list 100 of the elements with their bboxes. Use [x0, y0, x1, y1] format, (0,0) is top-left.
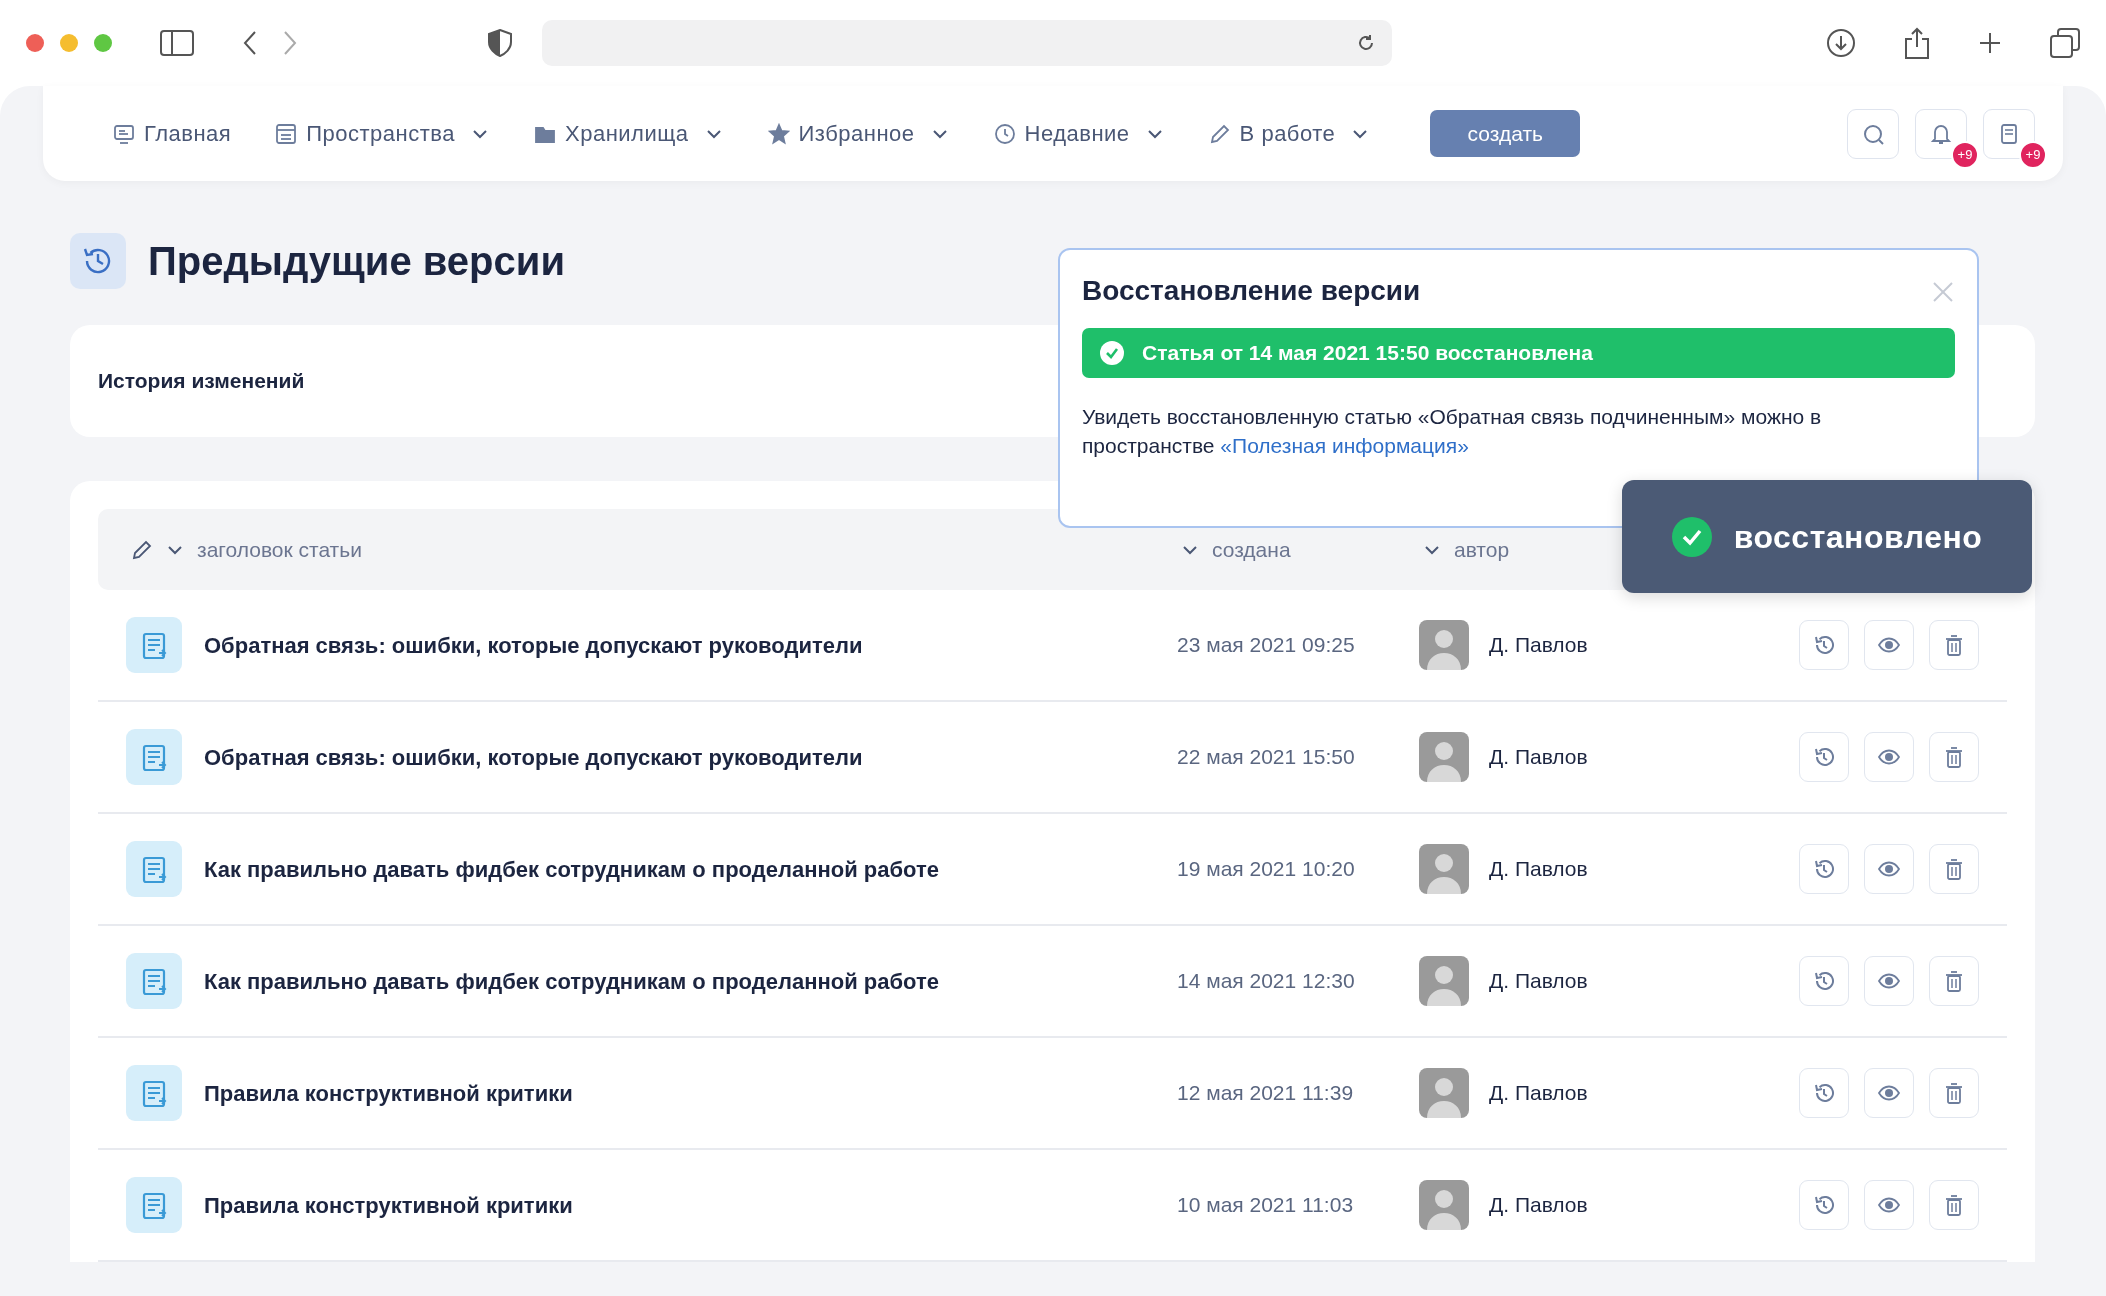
dialog-title: Восстановление версии	[1082, 274, 1421, 308]
column-header[interactable]: заголовок статьи	[197, 533, 362, 566]
history-icon	[1813, 1082, 1835, 1104]
alert-message: Статья от 14 мая 2021 15:50 восстановлена	[1142, 339, 1593, 366]
view-button[interactable]	[1864, 844, 1914, 894]
count-badge: +9	[2019, 140, 2047, 169]
history-icon	[1813, 746, 1835, 768]
author-name: Д. Павлов	[1489, 968, 1588, 995]
author-name: Д. Павлов	[1489, 1080, 1588, 1107]
restore-button[interactable]	[1799, 1180, 1849, 1230]
author-name: Д. Павлов	[1489, 856, 1588, 883]
view-button[interactable]	[1864, 620, 1914, 670]
monitor-icon	[113, 122, 135, 145]
date-text: 22 мая 2021 15:50	[1177, 744, 1356, 771]
create-button[interactable]: создать	[1430, 110, 1581, 157]
article-title[interactable]: Правила конструктивной критики	[204, 1188, 573, 1222]
count-badge: +9	[1951, 140, 1979, 169]
list-icon	[275, 122, 298, 145]
delete-button[interactable]	[1929, 844, 1979, 894]
delete-button[interactable]	[1929, 732, 1979, 782]
avatar-silhouette	[1419, 844, 1469, 894]
sidebar-icon[interactable]	[160, 30, 194, 56]
document-icon	[126, 1065, 182, 1121]
delete-button[interactable]	[1929, 956, 1979, 1006]
pencil-icon	[1208, 122, 1231, 145]
document-icon	[126, 953, 182, 1009]
plus-icon[interactable]	[1978, 31, 2002, 55]
trash-icon	[1943, 1194, 1965, 1216]
article-title[interactable]: Как правильно давать фидбек сотрудникам о проделанной работе	[204, 964, 939, 998]
reload-icon[interactable]	[1356, 33, 1376, 53]
check-circle-icon	[1100, 340, 1124, 365]
restore-button[interactable]	[1799, 844, 1849, 894]
forward-icon[interactable]	[282, 30, 298, 56]
view-button[interactable]	[1864, 1068, 1914, 1118]
restore-button[interactable]	[1799, 1068, 1849, 1118]
history-icon	[70, 233, 126, 289]
toast-message: восстановлено	[1733, 517, 1983, 557]
author-name: Д. Павлов	[1489, 744, 1588, 771]
star-icon	[767, 122, 790, 145]
article-title[interactable]: Правила конструктивной критики	[204, 1076, 573, 1110]
history-icon	[1813, 634, 1835, 656]
history-icon	[1813, 970, 1835, 992]
tabs-icon[interactable]	[2050, 28, 2080, 58]
trash-icon	[1943, 746, 1965, 768]
nav-menu-item[interactable]: Недавние	[993, 117, 1163, 150]
nav-menu-item[interactable]: Пространства	[275, 117, 488, 150]
share-icon[interactable]	[1904, 27, 1930, 59]
date-text: 14 мая 2021 12:30	[1177, 968, 1356, 995]
restore-button[interactable]	[1799, 620, 1849, 670]
date-text: 12 мая 2021 11:39	[1177, 1080, 1355, 1107]
view-button[interactable]	[1864, 732, 1914, 782]
clock-icon	[993, 122, 1016, 145]
nav-menu-item[interactable]: Избранное	[767, 117, 948, 150]
trash-icon	[1943, 1082, 1965, 1104]
avatar-silhouette	[1419, 1068, 1469, 1118]
date-text: 10 мая 2021 11:03	[1177, 1192, 1355, 1219]
date-text: 19 мая 2021 10:20	[1177, 856, 1356, 883]
document-icon	[126, 841, 182, 897]
avatar-silhouette	[1419, 732, 1469, 782]
date-text: 23 мая 2021 09:25	[1177, 632, 1356, 659]
nav-menu-item[interactable]: Главная	[113, 117, 232, 150]
nav-menu-item[interactable]: Хранилища	[534, 117, 722, 150]
author-name: Д. Павлов	[1489, 632, 1588, 659]
check-circle-icon	[1671, 516, 1712, 557]
history-label: История изменений	[98, 368, 305, 395]
download-icon[interactable]	[1826, 28, 1856, 58]
article-title[interactable]: Обратная связь: ошибки, которые допускают руководители	[204, 628, 863, 662]
view-button[interactable]	[1864, 1180, 1914, 1230]
avatar-silhouette	[1419, 1180, 1469, 1230]
delete-button[interactable]	[1929, 620, 1979, 670]
view-button[interactable]	[1864, 956, 1914, 1006]
avatar-silhouette	[1419, 620, 1469, 670]
dialog-message: Увидеть восстановленную статью «Обратная связь подчиненным» можно в пространстве «Полезная информация»	[1082, 403, 1823, 459]
article-title[interactable]: Как правильно давать фидбек сотрудникам о проделанной работе	[204, 852, 939, 886]
column-header[interactable]: автор	[1454, 533, 1510, 566]
nav-menu-item[interactable]: В работе	[1208, 117, 1369, 150]
restore-button[interactable]	[1799, 732, 1849, 782]
column-header[interactable]: создана	[1212, 533, 1291, 566]
document-icon	[126, 1177, 182, 1233]
history-icon	[1813, 1194, 1835, 1216]
trash-icon	[1943, 970, 1965, 992]
close-window-icon[interactable]	[26, 34, 44, 52]
back-icon[interactable]	[242, 30, 258, 56]
page-title: Предыдущие версии	[148, 238, 565, 285]
trash-icon	[1943, 634, 1965, 656]
restore-button[interactable]	[1799, 956, 1849, 1006]
document-icon	[126, 617, 182, 673]
document-icon	[126, 729, 182, 785]
history-icon	[1813, 858, 1835, 880]
article-title[interactable]: Обратная связь: ошибки, которые допускают руководители	[204, 740, 863, 774]
avatar-silhouette	[1419, 956, 1469, 1006]
pencil-icon	[131, 538, 153, 561]
delete-button[interactable]	[1929, 1068, 1979, 1118]
author-name: Д. Павлов	[1489, 1192, 1588, 1219]
shield-icon[interactable]	[488, 29, 512, 57]
trash-icon	[1943, 858, 1965, 880]
maximize-window-icon[interactable]	[94, 34, 112, 52]
search-button[interactable]	[1847, 108, 1899, 159]
delete-button[interactable]	[1929, 1180, 1979, 1230]
space-link[interactable]: «Полезная информация»	[1220, 434, 1469, 457]
